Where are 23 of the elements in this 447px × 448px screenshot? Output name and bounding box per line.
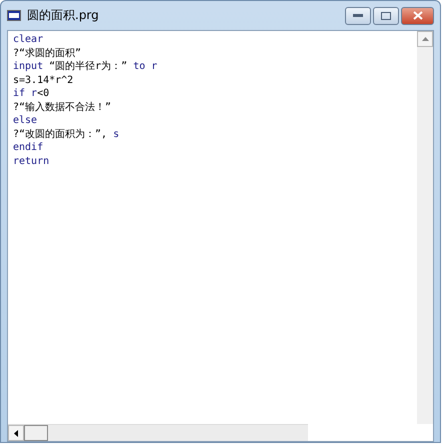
vertical-scrollbar[interactable]: [417, 31, 433, 424]
code-line: endif: [13, 141, 44, 154]
code-line: ?“求圆的面积”: [13, 46, 82, 60]
close-button[interactable]: [401, 6, 434, 24]
code-line: clear: [13, 33, 44, 46]
maximize-button[interactable]: [373, 6, 399, 24]
minimize-icon: [353, 14, 363, 18]
code-line: ?“改圆的面积为：”, s: [13, 128, 120, 141]
scrollbar-thumb[interactable]: [24, 425, 48, 441]
code-line: if r<0: [13, 87, 50, 100]
maximize-icon: [381, 12, 391, 20]
horizontal-scrollbar[interactable]: [8, 424, 308, 441]
code-line: input “圆的半径r为：” to r: [13, 60, 158, 74]
minimize-button[interactable]: [345, 6, 371, 24]
file-icon: [7, 10, 21, 21]
code-line: else: [13, 114, 38, 128]
window-title: 圆的面积.prg: [27, 7, 100, 24]
up-arrow-icon: [422, 37, 428, 41]
code-line: ?“输入数据不合法！”: [13, 100, 112, 114]
code-line: s=3.14*r^2: [13, 74, 74, 87]
close-icon: [412, 11, 422, 20]
left-arrow-icon: [14, 430, 18, 436]
code-line: return: [13, 154, 50, 168]
